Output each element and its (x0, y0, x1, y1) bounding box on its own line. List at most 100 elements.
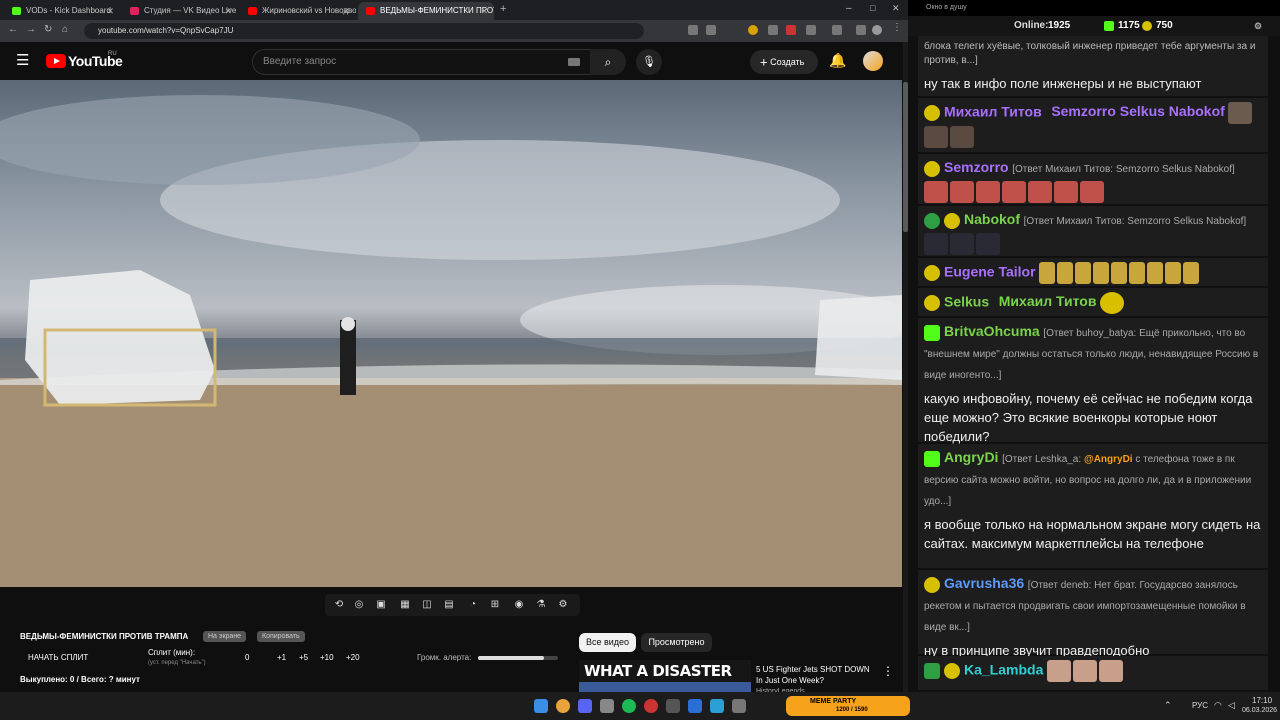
url-field[interactable]: youtube.com/watch?v=QnpSvCap7JU (84, 23, 644, 39)
split-button-0[interactable]: 0 (245, 653, 249, 662)
meme-party-widget[interactable]: MEME PARTY 1200 / 1590 (786, 696, 910, 716)
app-icon[interactable] (600, 699, 614, 713)
avatar[interactable] (863, 51, 883, 71)
split-button-plus1[interactable]: +1 (277, 653, 286, 662)
chat-mention[interactable]: Михаил Титов (999, 293, 1097, 309)
clapper-icon[interactable]: ▦ (399, 599, 411, 611)
start-icon[interactable] (534, 699, 548, 713)
browser-tab[interactable]: VODs - Kick Dashboard ✕ (4, 2, 120, 20)
extension-icon[interactable] (688, 25, 698, 35)
clock-date[interactable]: 06.03.2026 (1242, 707, 1277, 714)
app-icon[interactable] (732, 699, 746, 713)
chat-nick[interactable]: Selkus (944, 293, 989, 309)
close-window-icon[interactable]: ✕ (892, 3, 900, 14)
search-button[interactable]: ⌕ (590, 49, 626, 75)
more-options-icon[interactable]: ⋮ (882, 664, 894, 678)
chat-message: Eugene Tailor (918, 258, 1268, 286)
spotify-icon[interactable] (622, 699, 636, 713)
chrome-icon[interactable] (556, 699, 570, 713)
emote-icon (1072, 660, 1097, 682)
discord-icon[interactable] (578, 699, 592, 713)
chat-nick[interactable]: Semzorro (944, 159, 1009, 175)
tab-all-videos[interactable]: Все видео (579, 633, 636, 652)
app-icon[interactable] (688, 699, 702, 713)
chat-mention[interactable]: Semzorro Selkus Nabokof (1051, 103, 1225, 119)
chat-nick[interactable]: Nabokof (964, 211, 1020, 227)
speed-icon[interactable]: ◔ (467, 599, 479, 611)
recommended-title[interactable]: 5 US Fighter Jets SHOT DOWN In Just One … (756, 664, 876, 686)
extension-icon[interactable] (768, 25, 778, 35)
split-button-plus20[interactable]: +20 (346, 653, 360, 662)
chat-settings-icon[interactable]: ⚙ (1254, 16, 1262, 36)
chat-nick[interactable]: Eugene Tailor (944, 263, 1036, 279)
profile-icon[interactable] (872, 25, 882, 35)
back-icon[interactable]: ← (8, 24, 18, 35)
video-player[interactable] (0, 80, 902, 587)
browser-tab[interactable]: Студия — VK Видео Live ✕ (122, 2, 238, 20)
add-clip-icon[interactable]: ⊞ (489, 599, 501, 611)
extension-icon[interactable] (748, 25, 758, 35)
start-split-button[interactable]: НАЧАТЬ СПЛИТ (28, 653, 88, 662)
menu-dots-icon[interactable]: ⋮ (892, 22, 902, 33)
close-icon[interactable]: ✕ (224, 2, 232, 20)
extension-icon[interactable] (786, 25, 796, 35)
chat-nick[interactable]: Ka_Lambda (964, 661, 1043, 677)
extension-icon[interactable] (856, 25, 866, 35)
split-button-plus10[interactable]: +10 (320, 653, 334, 662)
chat-nick[interactable]: Михаил Титов (944, 103, 1042, 119)
close-icon[interactable]: ✕ (342, 2, 350, 20)
hamburger-icon[interactable]: ☰ (16, 51, 29, 69)
extension-icon[interactable] (706, 25, 716, 35)
voice-search-button[interactable]: 🎙 (636, 49, 662, 75)
tab-label: Студия — VK Видео Live (144, 6, 237, 15)
language-indicator[interactable]: РУС (1192, 701, 1208, 710)
close-icon[interactable]: ✕ (480, 2, 488, 20)
new-tab-button[interactable]: + (500, 3, 506, 15)
pip-icon[interactable]: ◫ (421, 599, 433, 611)
search-input[interactable]: Введите запрос (252, 49, 592, 75)
emote-badge-icon (944, 212, 960, 229)
broadcast-icon[interactable]: ◎ (353, 599, 365, 611)
recommended-thumbnail[interactable]: WHAT A DISASTER (579, 660, 751, 692)
youtube-logo-icon[interactable] (46, 54, 66, 68)
forward-icon[interactable]: → (26, 24, 36, 35)
chat-nick[interactable]: AngryDi (944, 449, 998, 465)
telegram-icon[interactable] (710, 699, 724, 713)
minimize-icon[interactable]: – (846, 3, 852, 14)
tab-watched[interactable]: Просмотрено (641, 633, 712, 652)
home-icon[interactable]: ⌂ (62, 24, 68, 35)
create-button[interactable]: + Создать (750, 50, 818, 74)
app-icon[interactable] (644, 699, 658, 713)
reload-icon[interactable]: ↻ (44, 24, 52, 35)
clock-time[interactable]: 17:10 (1252, 696, 1272, 705)
subtitles-icon[interactable]: ▤ (443, 599, 455, 611)
chat-nick[interactable]: BritvaOhcuma (944, 323, 1040, 339)
network-icon[interactable]: ◠ (1214, 700, 1222, 711)
volume-slider[interactable] (478, 656, 558, 660)
flask-icon[interactable]: ⚗ (535, 599, 547, 611)
on-screen-chip[interactable]: На экране (203, 631, 247, 642)
download-icon[interactable] (832, 25, 842, 35)
browser-tab[interactable]: Жириновский vs Новодворская✕ (240, 2, 356, 20)
close-icon[interactable]: ✕ (106, 2, 114, 20)
tray-chevron-icon[interactable]: ⌃ (1164, 700, 1172, 711)
browser-tab-active[interactable]: ВЕДЬМЫ-ФЕМИНИСТКИ ПРОТ ✕ (358, 2, 494, 20)
copy-chip[interactable]: Копировать (257, 631, 305, 642)
maximize-icon[interactable]: □ (870, 3, 875, 13)
keyboard-icon[interactable] (568, 58, 580, 66)
gear-icon[interactable]: ⚙ (557, 599, 569, 611)
loop-icon[interactable]: ⟲ (333, 599, 345, 611)
player-extension-toolbar: ⟲ ◎ ▣ ▦ ◫ ▤ ◔ ⊞ ◉ ⚗ ⚙ (325, 594, 580, 616)
volume-icon[interactable]: ◁ (1228, 700, 1235, 711)
reply-quote: [Ответ Михаил Титов: Semzorro Selkus Nab… (1012, 164, 1235, 175)
chat-message: BritvaOhcuma [Ответ buhoy_batya: Ещё при… (918, 318, 1268, 444)
emote-icon (976, 233, 1000, 255)
video-settings-icon[interactable]: ▣ (375, 599, 387, 611)
obs-icon[interactable] (666, 699, 680, 713)
screenshot-icon[interactable]: ◉ (513, 599, 525, 611)
bell-icon[interactable]: 🔔 (829, 52, 846, 69)
reply-mention[interactable]: @AngryDi (1084, 454, 1133, 465)
extension-icon[interactable] (806, 25, 816, 35)
chat-nick[interactable]: Gavrusha36 (944, 575, 1024, 591)
split-button-plus5[interactable]: +5 (299, 653, 308, 662)
